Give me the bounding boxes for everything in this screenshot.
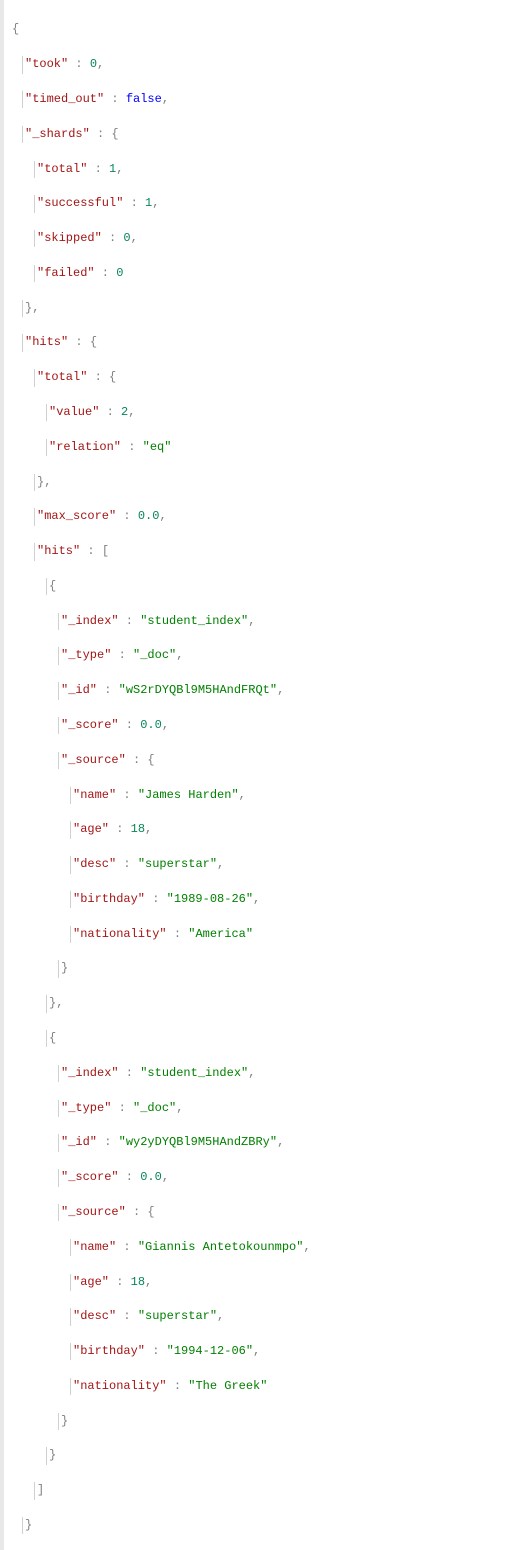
code-line: "_type" : "_doc", (58, 1100, 525, 1117)
code-line: } (46, 1447, 525, 1464)
code-line: "_score" : 0.0, (58, 717, 525, 734)
code-line: "name" : "James Harden", (70, 787, 525, 804)
code-line: }, (34, 474, 525, 491)
hit1-index: student_index (147, 1066, 241, 1080)
code-line: "_type" : "_doc", (58, 647, 525, 664)
code-line: }, (46, 995, 525, 1012)
code-line: "age" : 18, (70, 821, 525, 838)
code-line: { (10, 21, 525, 38)
code-line: "failed" : 0 (34, 265, 525, 282)
code-line: "hits" : { (22, 334, 525, 351)
code-line: "value" : 2, (46, 404, 525, 421)
json-code-block: { "took" : 0, "timed_out" : false, "_sha… (0, 0, 531, 1550)
code-line: ] (34, 1482, 525, 1499)
code-line: "total" : { (34, 369, 525, 386)
code-line: "_source" : { (58, 1204, 525, 1221)
code-line: "nationality" : "The Greek" (70, 1378, 525, 1395)
code-line: "_index" : "student_index", (58, 1065, 525, 1082)
code-line: } (22, 1517, 525, 1534)
code-line: "birthday" : "1994-12-06", (70, 1343, 525, 1360)
hit0-nat: America (195, 927, 245, 941)
hit1-birthday: 1994-12-06 (174, 1344, 246, 1358)
code-line: { (46, 1030, 525, 1047)
hit0-index: student_index (147, 614, 241, 628)
hit1-desc: superstar (145, 1309, 210, 1323)
code-line: }, (22, 300, 525, 317)
hit0-id: wS2rDYQBl9M5HAndFRQt (126, 683, 270, 697)
hit0-name: James Harden (145, 788, 231, 802)
code-line: "nationality" : "America" (70, 926, 525, 943)
code-line: "relation" : "eq" (46, 439, 525, 456)
took-value: 0 (90, 57, 97, 71)
code-line: "_source" : { (58, 752, 525, 769)
hit0-type: _doc (140, 648, 169, 662)
code-line: "successful" : 1, (34, 195, 525, 212)
hit0-desc: superstar (145, 857, 210, 871)
code-line: "desc" : "superstar", (70, 1308, 525, 1325)
code-line: "_shards" : { (22, 126, 525, 143)
hit0-birthday: 1989-08-26 (174, 892, 246, 906)
shards-failed: 0 (116, 266, 123, 280)
code-line: "_id" : "wS2rDYQBl9M5HAndFRQt", (58, 682, 525, 699)
hit1-age: 18 (131, 1275, 145, 1289)
code-line: "_id" : "wy2yDYQBl9M5HAndZBRy", (58, 1134, 525, 1151)
code-line: "took" : 0, (22, 56, 525, 73)
code-line: "name" : "Giannis Antetokounmpo", (70, 1239, 525, 1256)
code-line: "age" : 18, (70, 1274, 525, 1291)
code-line: "hits" : [ (34, 543, 525, 560)
code-line: "skipped" : 0, (34, 230, 525, 247)
timed-out-value: false (126, 92, 162, 106)
hit1-type: _doc (140, 1101, 169, 1115)
code-line: } (58, 960, 525, 977)
code-line: "desc" : "superstar", (70, 856, 525, 873)
code-line: { (46, 578, 525, 595)
code-line: "max_score" : 0.0, (34, 508, 525, 525)
hit0-age: 18 (131, 822, 145, 836)
hit1-id: wy2yDYQBl9M5HAndZBRy (126, 1135, 270, 1149)
code-line: "timed_out" : false, (22, 91, 525, 108)
code-line: "birthday" : "1989-08-26", (70, 891, 525, 908)
code-line: } (58, 1413, 525, 1430)
hit1-nat: The Greek (195, 1379, 260, 1393)
shards-skipped: 0 (123, 231, 130, 245)
code-line: "total" : 1, (34, 161, 525, 178)
hits-relation: eq (150, 440, 164, 454)
code-line: "_score" : 0.0, (58, 1169, 525, 1186)
code-line: "_index" : "student_index", (58, 613, 525, 630)
hit1-name: Giannis Antetokounmpo (145, 1240, 296, 1254)
